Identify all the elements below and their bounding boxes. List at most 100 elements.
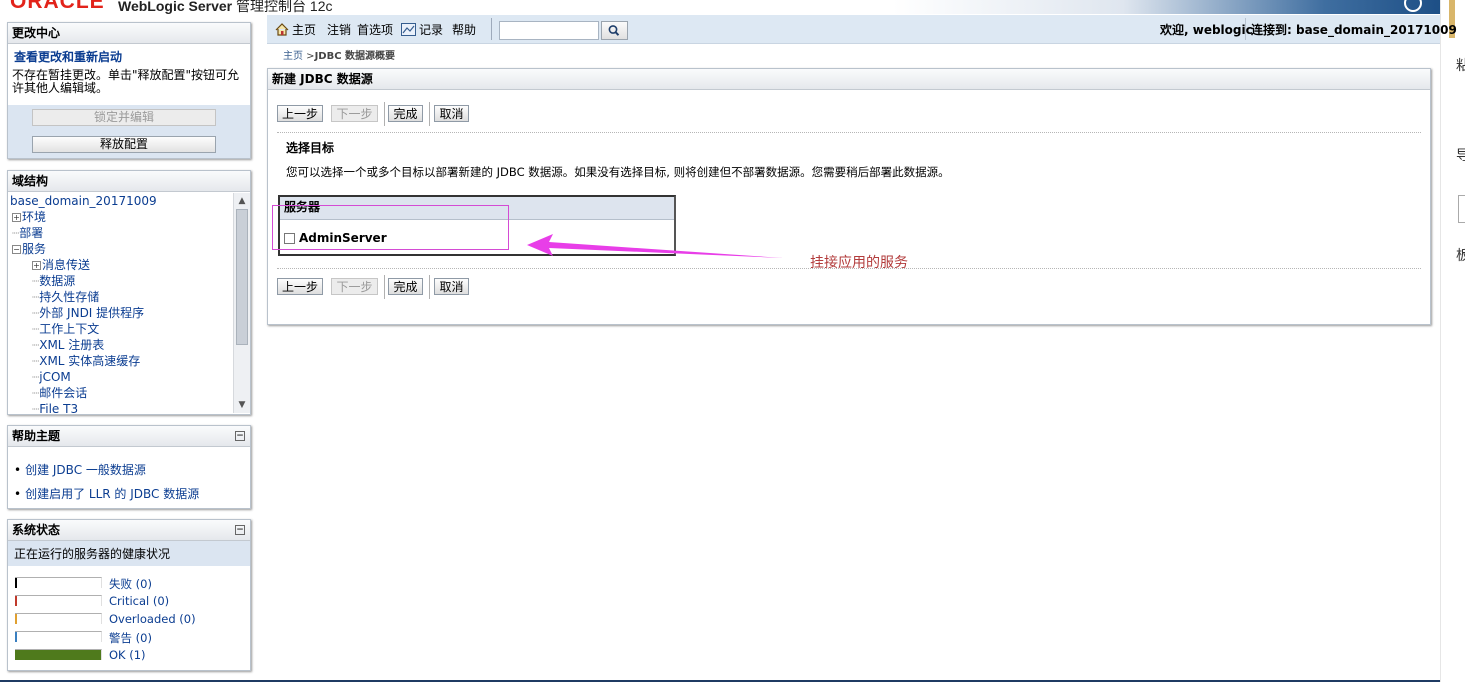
tree-item[interactable]: ┈部署 xyxy=(8,225,232,241)
system-status-title: 系统状态 − xyxy=(8,520,250,541)
welcome-text: 欢迎, weblogic xyxy=(1160,23,1253,37)
search-icon xyxy=(608,25,620,36)
nav-record[interactable]: 记录 xyxy=(401,21,443,38)
expand-icon[interactable]: + xyxy=(12,213,21,222)
tree-item-label[interactable]: XML 实体高速缓存 xyxy=(39,354,140,368)
search-button[interactable] xyxy=(601,21,628,40)
help-link-llr-datasource[interactable]: 创建启用了 LLR 的 JDBC 数据源 xyxy=(25,487,199,501)
health-label[interactable]: 失败 (0) xyxy=(109,576,152,592)
product-title: WebLogic Server 管理控制台 12c xyxy=(118,0,333,14)
tree-item[interactable]: + 环境 xyxy=(8,209,232,225)
next-button[interactable]: 下一步 xyxy=(331,278,378,295)
health-bar-fill xyxy=(15,650,101,660)
health-label[interactable]: 警告 (0) xyxy=(109,630,152,646)
health-bar xyxy=(15,631,102,642)
annotation-arrow-icon xyxy=(527,234,783,258)
tree-item-label[interactable]: 邮件会话 xyxy=(39,386,87,400)
tree-item-label[interactable]: 部署 xyxy=(19,226,43,240)
tree-item[interactable]: ┈持久性存储 xyxy=(8,289,232,305)
tree-item[interactable]: ┈XML 实体高速缓存 xyxy=(8,353,232,369)
annotation-text: 挂接应用的服务 xyxy=(810,255,908,271)
tree-item-label[interactable]: 持久性存储 xyxy=(39,290,99,304)
tree-item[interactable]: ┈数据源 xyxy=(8,273,232,289)
annotation-highlight-box xyxy=(272,205,509,250)
health-bar xyxy=(15,577,102,588)
health-bar xyxy=(15,613,102,624)
search-input[interactable] xyxy=(499,21,599,40)
scroll-thumb[interactable] xyxy=(236,209,248,345)
page-title: 新建 JDBC 数据源 xyxy=(268,69,1430,90)
tree-item-label[interactable]: XML 注册表 xyxy=(39,338,104,352)
health-bar-fill xyxy=(15,596,17,606)
tree-item[interactable]: − 服务 xyxy=(8,241,232,257)
back-button[interactable]: 上一步 xyxy=(277,105,323,122)
back-button[interactable]: 上一步 xyxy=(277,278,323,295)
edge-text-fragment: 粘 xyxy=(1456,58,1465,74)
breadcrumb: 主页 >JDBC 数据源概要 xyxy=(283,51,396,62)
system-status-panel: 系统状态 − 正在运行的服务器的健康状况 失败 (0) Critical (0) Ov… xyxy=(7,519,251,671)
tree-item-label[interactable]: 工作上下文 xyxy=(39,322,99,336)
tree-item-label[interactable]: 外部 JNDI 提供程序 xyxy=(39,306,144,320)
button-divider xyxy=(384,102,385,126)
lock-and-edit-button[interactable]: 锁定并编辑 xyxy=(32,109,216,126)
tree-item-label[interactable]: base_domain_20171009 xyxy=(10,194,157,208)
release-config-button[interactable]: 释放配置 xyxy=(32,136,216,153)
health-label[interactable]: Critical (0) xyxy=(109,594,169,608)
button-divider xyxy=(429,102,430,126)
next-button[interactable]: 下一步 xyxy=(331,105,378,122)
change-center-panel: 更改中心 查看更改和重新启动 不存在暂挂更改。单击"释放配置"按钮可允许其他人编… xyxy=(7,22,251,159)
button-divider xyxy=(384,275,385,299)
tree-item-label[interactable]: File T3 xyxy=(39,402,78,413)
tree-scrollbar[interactable]: ▲ ▼ xyxy=(233,193,250,413)
tree-item[interactable]: ┈外部 JNDI 提供程序 xyxy=(8,305,232,321)
finish-button[interactable]: 完成 xyxy=(388,105,423,122)
nav-help[interactable]: 帮助 xyxy=(452,21,476,38)
finish-button[interactable]: 完成 xyxy=(388,278,423,295)
health-bar-fill xyxy=(15,578,17,588)
health-bar xyxy=(15,595,102,606)
collapse-icon[interactable]: − xyxy=(235,525,245,535)
adjacent-window-edge: 粘 导 板 xyxy=(1440,0,1465,682)
tree-item-label[interactable]: 服务 xyxy=(22,242,46,256)
scroll-down-icon[interactable]: ▼ xyxy=(236,399,248,411)
tree-item-label[interactable]: 数据源 xyxy=(39,274,75,288)
health-label[interactable]: OK (1) xyxy=(109,648,146,662)
help-circle-icon[interactable] xyxy=(1404,0,1422,12)
tree-item[interactable]: ┈邮件会话 xyxy=(8,385,232,401)
tree-item-label[interactable]: 消息传送 xyxy=(42,258,90,272)
help-link-generic-datasource[interactable]: 创建 JDBC 一般数据源 xyxy=(25,463,146,477)
tree-item[interactable]: base_domain_20171009 xyxy=(8,193,232,209)
help-item: • 创建 JDBC 一般数据源 xyxy=(14,463,146,477)
cancel-button[interactable]: 取消 xyxy=(434,278,469,295)
nav-home[interactable]: 主页 xyxy=(275,21,316,38)
divider xyxy=(277,132,1421,133)
change-center-buttons: 锁定并编辑 释放配置 xyxy=(8,105,250,158)
change-center-title: 更改中心 xyxy=(8,23,250,44)
collapse-icon[interactable]: − xyxy=(12,245,21,254)
nav-logout[interactable]: 注销 xyxy=(327,21,351,38)
nav-divider xyxy=(1245,18,1246,40)
scroll-up-icon[interactable]: ▲ xyxy=(236,195,248,207)
tree-item[interactable]: ┈XML 注册表 xyxy=(8,337,232,353)
expand-icon[interactable]: + xyxy=(32,261,41,270)
tree-item[interactable]: ┈工作上下文 xyxy=(8,321,232,337)
section-description: 您可以选择一个或多个目标以部署新建的 JDBC 数据源。如果没有选择目标, 则将… xyxy=(286,165,950,179)
tree-item[interactable]: ┈File T3 xyxy=(8,401,232,413)
button-divider xyxy=(429,275,430,299)
tree-item[interactable]: ┈jCOM xyxy=(8,369,232,385)
help-item: • 创建启用了 LLR 的 JDBC 数据源 xyxy=(14,487,200,501)
tree-item-label[interactable]: jCOM xyxy=(39,370,71,384)
view-changes-link[interactable]: 查看更改和重新启动 xyxy=(8,44,250,67)
health-bar xyxy=(15,649,102,660)
breadcrumb-home[interactable]: 主页 xyxy=(283,51,303,62)
cancel-button[interactable]: 取消 xyxy=(434,105,469,122)
health-label[interactable]: Overloaded (0) xyxy=(109,612,196,626)
record-icon xyxy=(401,23,416,36)
nav-preferences[interactable]: 首选项 xyxy=(357,21,393,38)
new-jdbc-datasource-panel: 新建 JDBC 数据源 上一步 下一步 完成 取消 选择目标 您可以选择一个或多… xyxy=(267,68,1431,325)
health-bar-fill xyxy=(15,632,17,642)
collapse-icon[interactable]: − xyxy=(235,431,245,441)
oracle-logo: ORACLE xyxy=(10,0,105,13)
tree-item-label[interactable]: 环境 xyxy=(22,210,46,224)
tree-item[interactable]: + 消息传送 xyxy=(8,257,232,273)
